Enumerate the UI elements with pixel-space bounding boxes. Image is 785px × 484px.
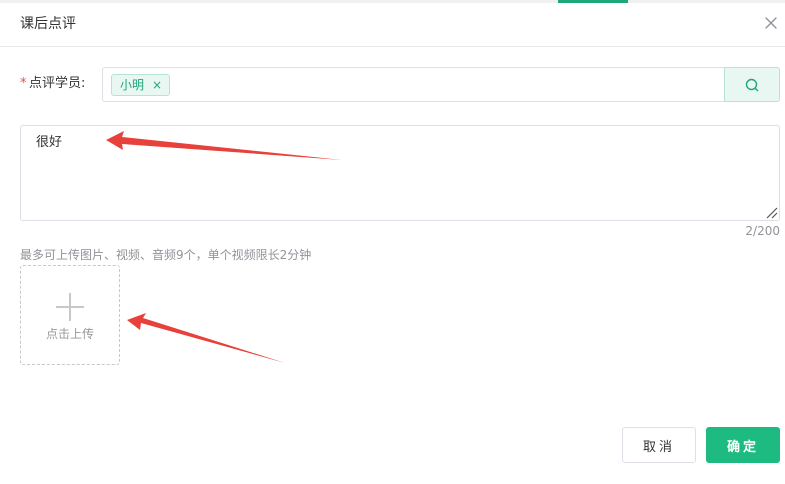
tag-remove-button[interactable]: × [152,75,162,95]
upload-label: 点击上传 [45,327,94,341]
required-mark: * [20,76,27,91]
student-select[interactable]: 小明 × [102,67,725,102]
dialog-title: 课后点评 [20,16,76,32]
search-button[interactable] [724,67,780,102]
close-button[interactable] [762,14,780,32]
student-tag-label: 小明 [120,78,145,92]
student-field-label: 点评学员: [29,76,86,91]
upload-button[interactable]: 点击上传 [20,265,120,365]
plus-icon [56,293,84,321]
close-icon [765,17,777,29]
dialog-header: 课后点评 [0,0,785,47]
search-icon [745,78,759,91]
upload-hint: 最多可上传图片、视频、音频9个，单个视频限长2分钟 [20,248,312,262]
comment-textarea[interactable]: 很好 [20,125,780,221]
cancel-button[interactable]: 取消 [622,427,696,463]
confirm-button[interactable]: 确定 [706,427,780,463]
char-counter: 2/200 [745,224,780,238]
student-tag: 小明 × [111,74,171,96]
comment-dialog: 课后点评 * 点评学员: 小明 × 很好 2/200 最多可上传图片、视频、音频… [0,0,785,484]
annotation-arrow-upload [127,313,285,363]
resize-handle-icon[interactable] [764,205,778,219]
